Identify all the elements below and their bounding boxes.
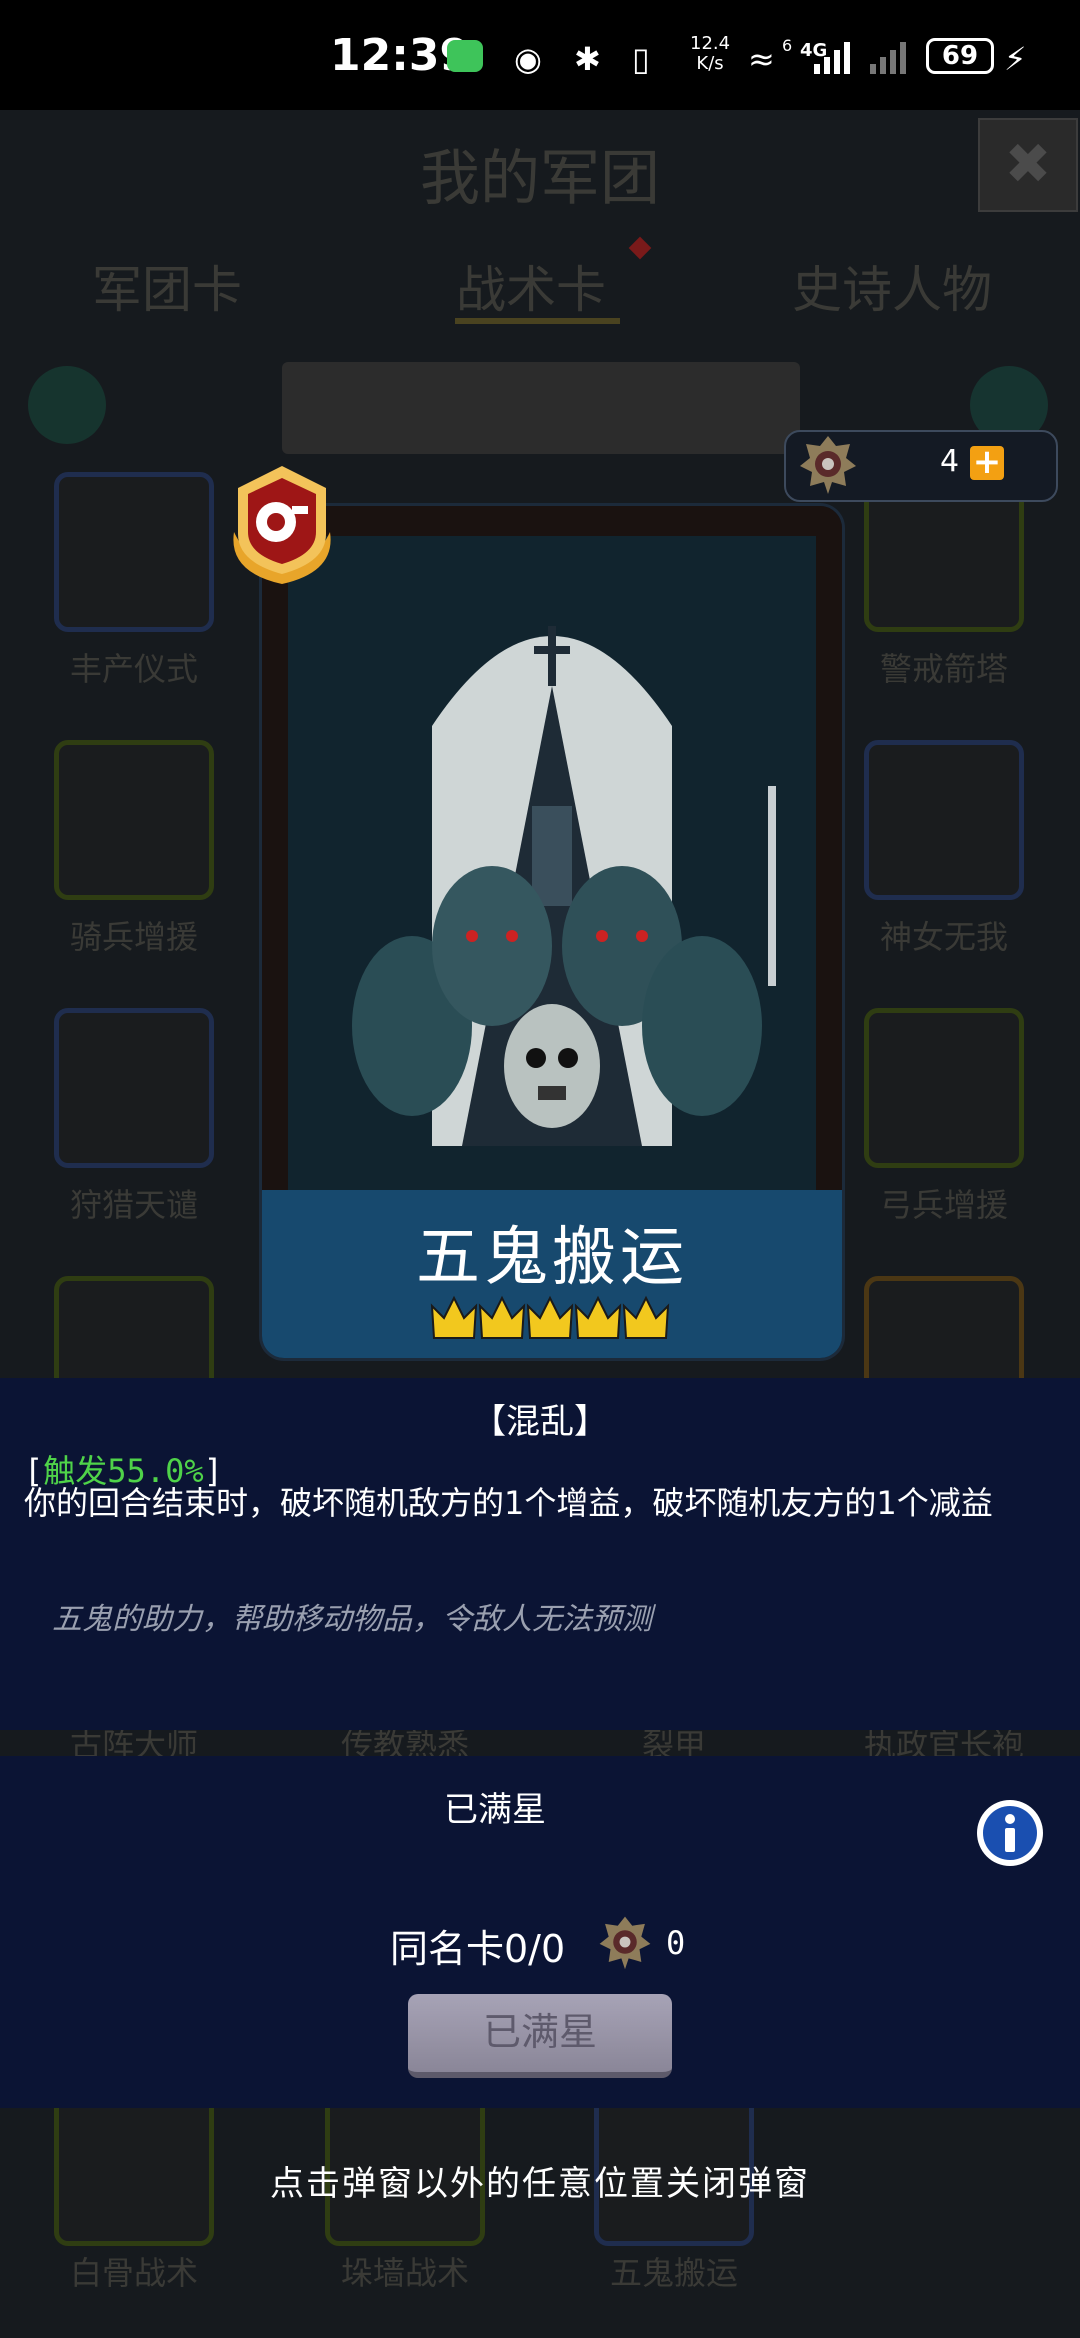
bg-card-label: 警戒箭塔 <box>879 650 1008 688</box>
active-tab-indicator <box>455 318 620 324</box>
sim-label: 6 <box>782 36 793 55</box>
add-resource-button[interactable]: + <box>970 445 1004 480</box>
emblem-icon <box>800 436 856 494</box>
tab-legion-cards[interactable]: 军团卡 <box>92 250 242 322</box>
signal2-icon <box>870 42 906 74</box>
vibrate-icon: ▯ <box>632 40 650 78</box>
duplicate-card-count: 同名卡0/0 <box>390 1927 566 1971</box>
net-speed-unit: K/s <box>696 53 724 74</box>
charging-icon: ⚡ <box>1004 40 1027 78</box>
list-icon[interactable] <box>28 366 106 444</box>
bg-card-label: 五鬼搬运 <box>609 2254 738 2292</box>
tab-tactic-cards[interactable]: 战术卡 <box>456 250 606 322</box>
card-artwork <box>262 506 842 1206</box>
crown-star <box>430 1295 478 1339</box>
effect-text: 你的回合结束时，破坏随机敌方的1个增益，破坏随机友方的1个减益 <box>24 1484 993 1522</box>
card-name: 五鬼搬运 <box>416 1221 688 1295</box>
bg-card-label: 神女无我 <box>879 918 1008 956</box>
search-input[interactable] <box>282 362 800 454</box>
bg-card[interactable] <box>54 1008 214 1168</box>
bg-card-label: 垛墙战术 <box>340 2254 469 2292</box>
status-bar: 12:39 ◉ ✱ ▯ 12.4 K/s ≈ 6 4G 69 ⚡ <box>0 0 1080 110</box>
card-tag: 【混乱】 <box>472 1402 608 1442</box>
bluetooth-icon: ✱ <box>574 40 601 78</box>
tactic-card: 五鬼搬运 <box>262 506 842 1358</box>
crown-star <box>478 1295 526 1339</box>
bg-card-label: 丰产仪式 <box>69 650 198 688</box>
star-status: 已满星 <box>444 1790 546 1830</box>
upgrade-star-button[interactable]: 已满星 <box>408 1994 672 2078</box>
star-rating <box>430 1295 670 1339</box>
wechat-icon <box>447 40 483 72</box>
rank-medal-icon <box>233 466 331 584</box>
eye-icon: ◉ <box>514 40 542 78</box>
battery-icon: 69 <box>926 38 994 74</box>
net-speed: 12.4 K/s <box>690 34 730 74</box>
bg-card-label: 骑兵增援 <box>69 918 198 956</box>
signal-icon <box>814 42 850 74</box>
bg-card[interactable] <box>54 740 214 900</box>
crown-star <box>622 1295 670 1339</box>
tab-epic-characters[interactable]: 史诗人物 <box>792 250 992 322</box>
close-icon[interactable]: ✖ <box>978 118 1078 212</box>
flavor-text: 五鬼的助力，帮助移动物品，令敌人无法预测 <box>52 1602 652 1637</box>
resource-count: 4 <box>940 444 960 479</box>
info-icon[interactable] <box>977 1800 1043 1866</box>
page-title: 我的军团 <box>420 144 660 214</box>
emblem-count: 0 <box>666 1924 686 1962</box>
emblem-icon <box>599 1916 651 1970</box>
crown-star <box>574 1295 622 1339</box>
bg-card[interactable] <box>864 1008 1024 1168</box>
close-hint: 点击弹窗以外的任意位置关闭弹窗 <box>270 2164 810 2204</box>
net-speed-value: 12.4 <box>690 33 731 54</box>
crown-star <box>526 1295 574 1339</box>
bg-card-label: 狩猎天谴 <box>69 1186 198 1224</box>
bg-card[interactable] <box>864 740 1024 900</box>
bg-card[interactable] <box>54 472 214 632</box>
wifi-icon: ≈ <box>748 40 775 78</box>
bg-card-label: 白骨战术 <box>69 2254 198 2292</box>
bg-card-label: 弓兵增援 <box>879 1186 1008 1224</box>
